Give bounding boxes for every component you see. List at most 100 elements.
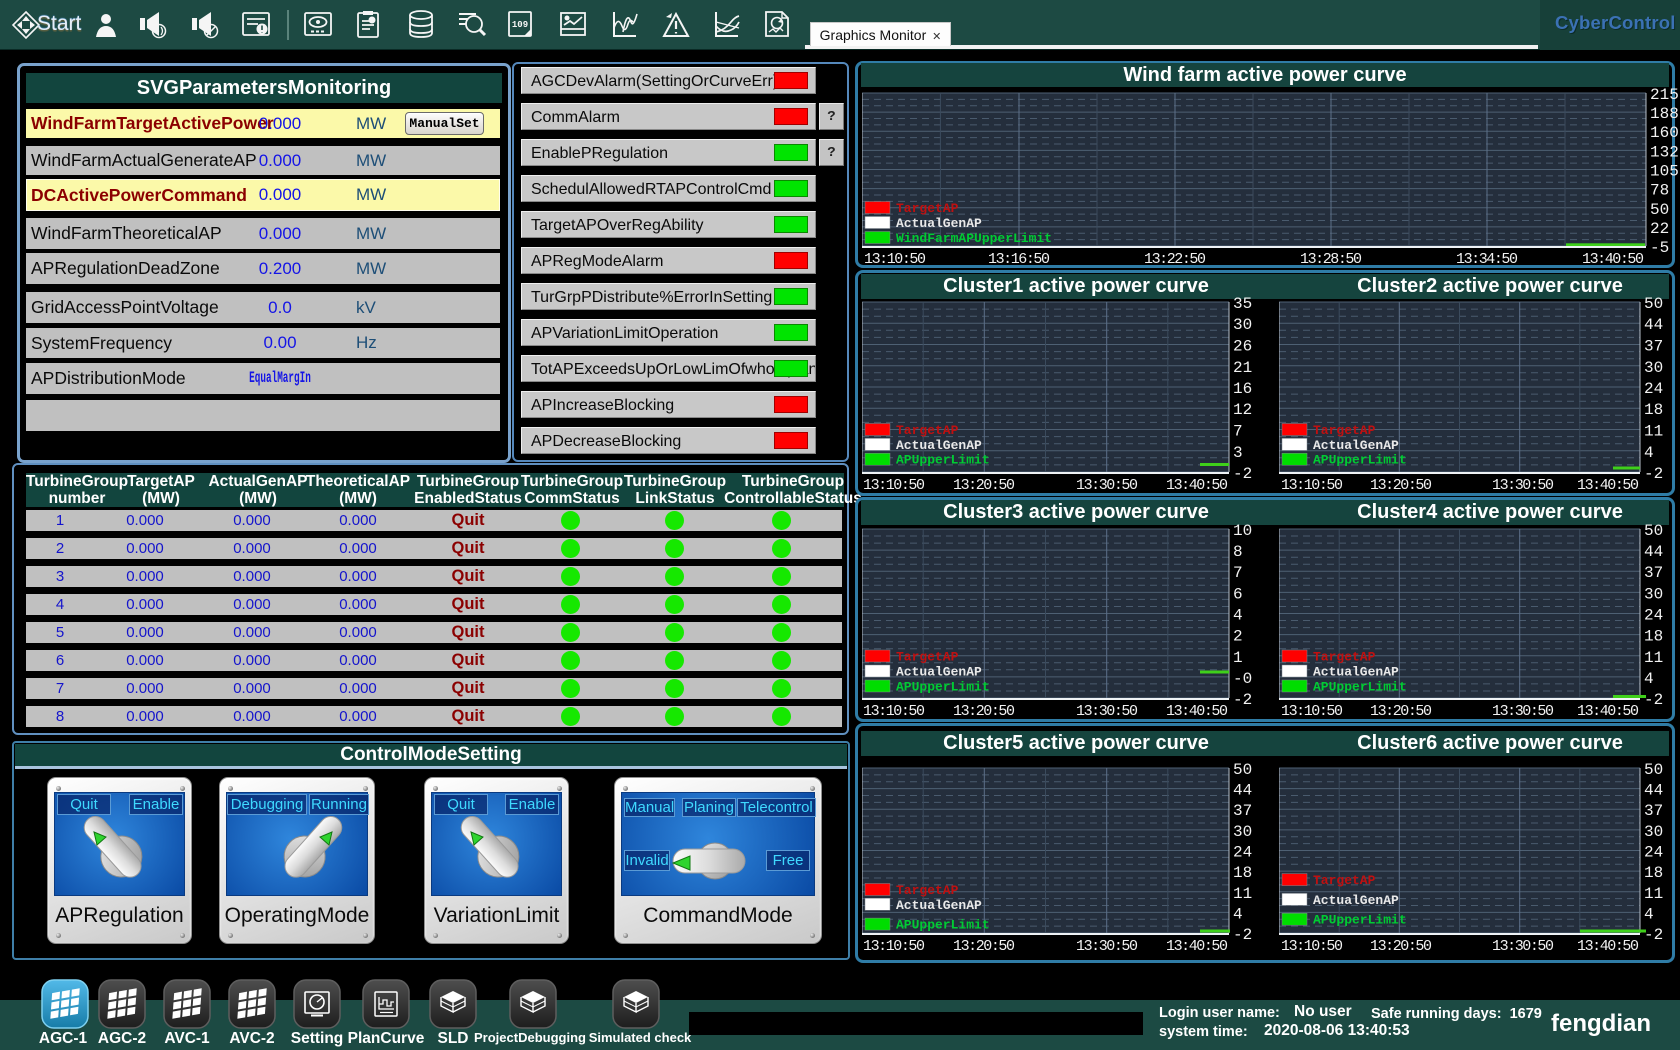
svg-text:TargetAP: TargetAP — [896, 201, 959, 216]
svg-text:ActualGenAP: ActualGenAP — [1313, 438, 1399, 453]
svg-text:-2: -2 — [1233, 465, 1252, 483]
svg-text:44: 44 — [1644, 782, 1663, 800]
svg-text:7: 7 — [1233, 564, 1243, 582]
svg-text:18: 18 — [1644, 864, 1663, 882]
svg-text:13:10:50: 13:10:50 — [1281, 703, 1343, 720]
svg-text:13:10:50: 13:10:50 — [1281, 477, 1343, 494]
svg-text:TargetAP: TargetAP — [896, 883, 959, 898]
svg-text:44: 44 — [1644, 543, 1663, 561]
svg-text:13:20:50: 13:20:50 — [953, 477, 1015, 494]
svg-text:26: 26 — [1233, 338, 1252, 356]
svg-text:13:34:50: 13:34:50 — [1456, 251, 1518, 268]
svg-text:109: 109 — [512, 20, 528, 30]
svg-text:132: 132 — [1650, 143, 1679, 161]
svg-text:2: 2 — [1233, 628, 1243, 646]
svg-text:13:30:50: 13:30:50 — [1076, 703, 1138, 720]
svg-text:-5: -5 — [1650, 239, 1669, 257]
svg-text:ActualGenAP: ActualGenAP — [896, 898, 982, 913]
svg-text:37: 37 — [1644, 802, 1663, 820]
svg-text:37: 37 — [1644, 338, 1663, 356]
svg-text:18: 18 — [1233, 864, 1252, 882]
svg-text:TargetAP: TargetAP — [1313, 873, 1376, 888]
svg-text:7: 7 — [1233, 423, 1243, 441]
svg-text:3: 3 — [1233, 444, 1243, 462]
svg-text:APUpperLimit: APUpperLimit — [896, 453, 990, 468]
svg-text:11: 11 — [1644, 649, 1663, 667]
svg-text:30: 30 — [1644, 585, 1663, 603]
svg-text:APUpperLimit: APUpperLimit — [1313, 453, 1407, 468]
svg-text:ActualGenAP: ActualGenAP — [896, 438, 982, 453]
svg-text:WindFarmAPUpperLimit: WindFarmAPUpperLimit — [896, 231, 1052, 246]
svg-text:16: 16 — [1233, 380, 1252, 398]
svg-text:35: 35 — [1233, 295, 1252, 313]
svg-text:13:40:50: 13:40:50 — [1577, 477, 1639, 494]
svg-text:4: 4 — [1644, 444, 1654, 462]
svg-text:44: 44 — [1233, 782, 1252, 800]
svg-text:TargetAP: TargetAP — [1313, 650, 1376, 665]
svg-text:-2: -2 — [1644, 465, 1663, 483]
svg-text:APUpperLimit: APUpperLimit — [1313, 680, 1407, 695]
svg-text:24: 24 — [1644, 380, 1663, 398]
svg-text:13:20:50: 13:20:50 — [1370, 703, 1432, 720]
svg-text:18: 18 — [1644, 628, 1663, 646]
svg-text:30: 30 — [1644, 359, 1663, 377]
svg-text:8: 8 — [1233, 543, 1243, 561]
svg-text:13:30:50: 13:30:50 — [1492, 703, 1554, 720]
svg-text:22: 22 — [1650, 220, 1669, 238]
svg-text:78: 78 — [1650, 182, 1669, 200]
svg-text:ActualGenAP: ActualGenAP — [896, 665, 982, 680]
svg-text:6: 6 — [1233, 585, 1243, 603]
svg-text:-2: -2 — [1233, 691, 1252, 709]
svg-text:4: 4 — [1233, 905, 1243, 923]
svg-text:50: 50 — [1644, 295, 1663, 313]
svg-text:24: 24 — [1644, 844, 1663, 862]
svg-text:50: 50 — [1233, 761, 1252, 779]
svg-text:13:30:50: 13:30:50 — [1492, 938, 1554, 955]
svg-text:12: 12 — [1233, 401, 1252, 419]
svg-text:13:20:50: 13:20:50 — [1370, 477, 1432, 494]
svg-text:215: 215 — [1650, 86, 1679, 104]
svg-text:13:16:50: 13:16:50 — [988, 251, 1050, 268]
svg-text:21: 21 — [1233, 359, 1252, 377]
svg-text:4: 4 — [1644, 670, 1654, 688]
svg-text:37: 37 — [1644, 564, 1663, 582]
svg-text:APUpperLimit: APUpperLimit — [896, 680, 990, 695]
svg-text:4: 4 — [1644, 905, 1654, 923]
svg-text:-2: -2 — [1233, 926, 1252, 944]
svg-text:4: 4 — [1233, 607, 1243, 625]
svg-text:50: 50 — [1644, 761, 1663, 779]
svg-text:37: 37 — [1233, 802, 1252, 820]
svg-text:ActualGenAP: ActualGenAP — [1313, 665, 1399, 680]
svg-text:13:10:50: 13:10:50 — [864, 251, 926, 268]
svg-text:13:20:50: 13:20:50 — [953, 703, 1015, 720]
svg-text:ActualGenAP: ActualGenAP — [1313, 893, 1399, 908]
svg-text:13:40:50: 13:40:50 — [1166, 938, 1228, 955]
svg-text:13:10:50: 13:10:50 — [863, 938, 925, 955]
svg-text:24: 24 — [1644, 607, 1663, 625]
svg-text:13:20:50: 13:20:50 — [953, 938, 1015, 955]
svg-text:-0: -0 — [1233, 670, 1252, 688]
svg-text:13:20:50: 13:20:50 — [1370, 938, 1432, 955]
svg-text:30: 30 — [1233, 316, 1252, 334]
svg-text:13:28:50: 13:28:50 — [1300, 251, 1362, 268]
svg-text:-2: -2 — [1644, 691, 1663, 709]
svg-text:160: 160 — [1650, 124, 1679, 142]
svg-text:13:10:50: 13:10:50 — [863, 703, 925, 720]
svg-text:105: 105 — [1650, 163, 1679, 181]
svg-text:44: 44 — [1644, 316, 1663, 334]
svg-text:50: 50 — [1644, 522, 1663, 540]
svg-text:13:40:50: 13:40:50 — [1577, 938, 1639, 955]
svg-text:13:40:50: 13:40:50 — [1166, 477, 1228, 494]
svg-text:30: 30 — [1644, 823, 1663, 841]
svg-text:10: 10 — [1233, 522, 1252, 540]
svg-text:TargetAP: TargetAP — [1313, 423, 1376, 438]
svg-text:13:40:50: 13:40:50 — [1577, 703, 1639, 720]
svg-text:TargetAP: TargetAP — [896, 650, 959, 665]
svg-text:13:10:50: 13:10:50 — [1281, 938, 1343, 955]
svg-text:-2: -2 — [1644, 926, 1663, 944]
svg-text:13:22:50: 13:22:50 — [1144, 251, 1206, 268]
svg-text:11: 11 — [1644, 423, 1663, 441]
svg-text:50: 50 — [1650, 201, 1669, 219]
svg-text:APUpperLimit: APUpperLimit — [896, 918, 990, 933]
svg-text:13:30:50: 13:30:50 — [1076, 938, 1138, 955]
